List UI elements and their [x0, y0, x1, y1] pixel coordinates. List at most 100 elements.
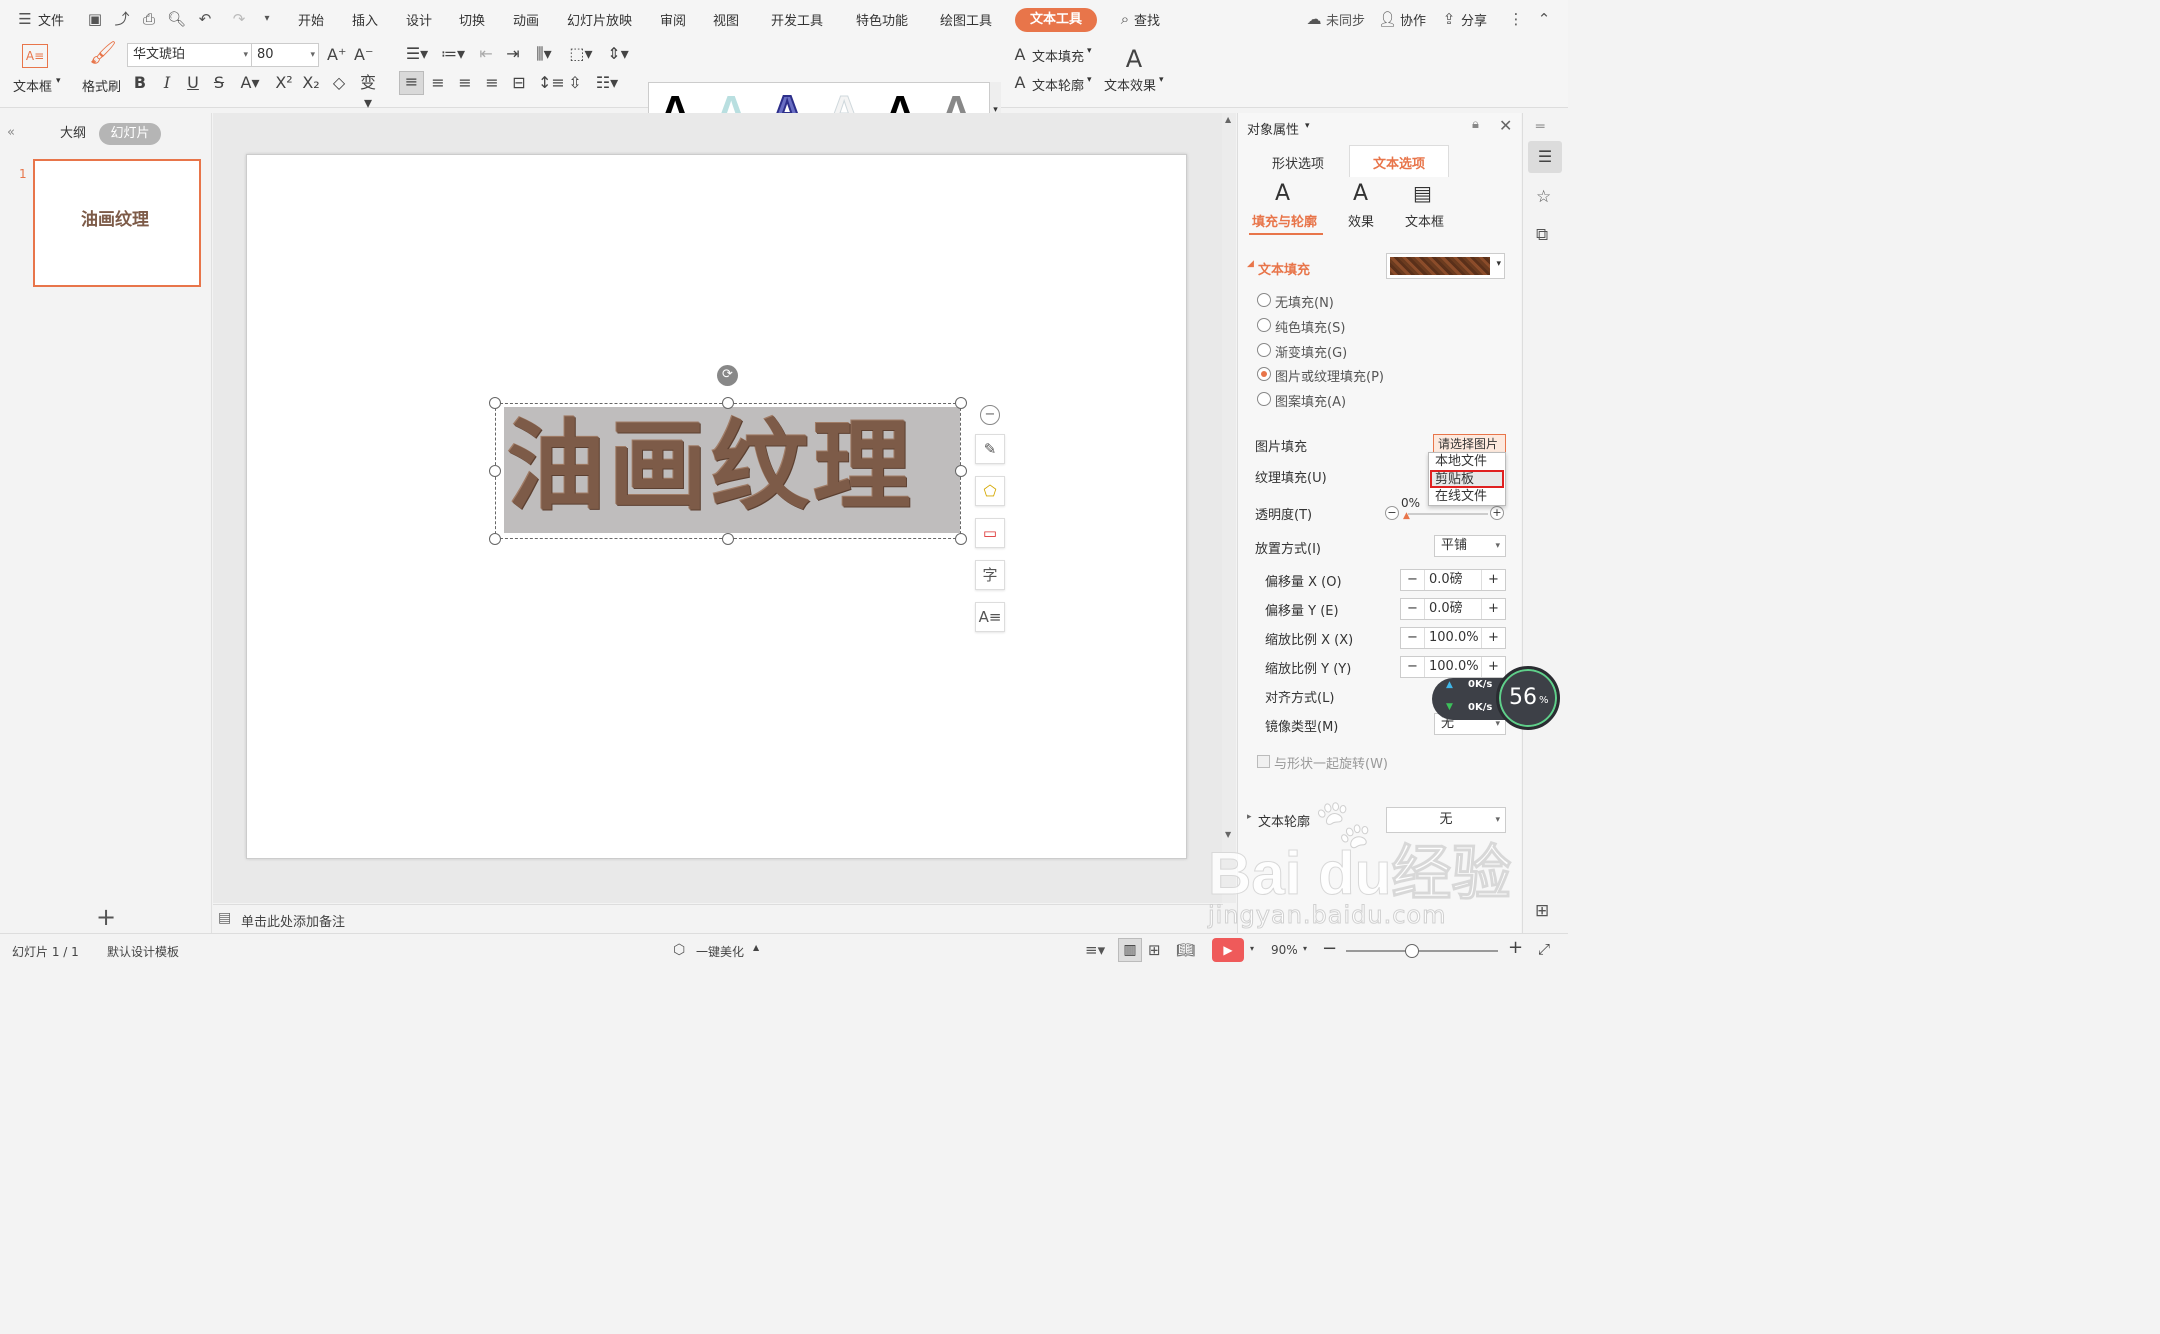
text-outline-icon[interactable]: A [1011, 73, 1029, 93]
search-icon[interactable]: ⌕ [1116, 10, 1134, 28]
tab-text-tools[interactable]: 文本工具 [1015, 8, 1097, 32]
resize-handle-r[interactable] [955, 465, 967, 477]
float-fill-icon[interactable]: ⬠ [975, 476, 1005, 506]
scroll-up-icon[interactable]: ▲ [1225, 115, 1231, 124]
radio-solid-fill-label[interactable]: 纯色填充(S) [1275, 317, 1345, 336]
zoom-in-icon[interactable]: + [1508, 937, 1523, 958]
print-icon[interactable]: ⎙ [140, 10, 158, 28]
collab-button[interactable]: 协作 [1400, 10, 1426, 29]
network-speed-widget[interactable]: ▲ 0K/s ▼ 0K/s 56 % [1432, 666, 1560, 730]
distribute-icon[interactable]: ⊟ [510, 73, 528, 93]
template-name[interactable]: 默认设计模板 [107, 943, 179, 960]
radio-solid-fill[interactable] [1257, 318, 1271, 332]
chevron-down-icon[interactable]: ▾ [1087, 46, 1092, 56]
plus-icon[interactable]: + [1481, 599, 1505, 619]
underline-button[interactable]: U [185, 73, 201, 93]
effect-icon[interactable]: A [1353, 181, 1368, 206]
zoom-slider-track[interactable] [1346, 950, 1498, 952]
sorter-view-icon[interactable]: ⊞ [1148, 941, 1161, 959]
tab-slideshow[interactable]: 幻灯片放映 [567, 10, 632, 29]
play-options-icon[interactable]: ▾ [1250, 944, 1254, 953]
plus-icon[interactable]: + [1481, 570, 1505, 590]
resize-handle-tl[interactable] [489, 397, 501, 409]
fit-window-icon[interactable]: ⤢ [1538, 940, 1550, 958]
tab-slides[interactable]: 幻灯片 [99, 123, 161, 145]
slide-thumbnail-1[interactable]: 油画纹理 [33, 159, 201, 287]
minus-icon[interactable]: − [1401, 570, 1425, 590]
resize-handle-t[interactable] [722, 397, 734, 409]
float-style-icon[interactable]: ✎ [975, 434, 1005, 464]
tab-shape-options[interactable]: 形状选项 [1272, 153, 1324, 172]
clear-format-icon[interactable]: ◇ [330, 73, 348, 93]
preview-icon[interactable]: 🔍︎ [167, 10, 186, 28]
canvas-scrollbar[interactable]: ▲ ▼ [1222, 113, 1236, 903]
panel-title[interactable]: 对象属性 [1247, 119, 1299, 138]
float-font-icon[interactable]: 字 [975, 560, 1005, 590]
numbered-list-icon[interactable]: ≔▾ [438, 44, 468, 64]
transparency-slider[interactable] [1408, 513, 1488, 515]
section-text-fill[interactable]: 文本填充 [1258, 259, 1310, 278]
text-fill-button[interactable]: 文本填充 [1032, 46, 1084, 65]
fill-outline-icon[interactable]: A [1275, 181, 1290, 206]
collapse-toolbar-icon[interactable]: − [980, 405, 1000, 425]
tab-outline[interactable]: 大纲 [52, 123, 94, 145]
subtab-textbox[interactable]: 文本框 [1405, 211, 1444, 230]
redo-icon[interactable]: ↷ [230, 10, 248, 28]
align-right-icon[interactable]: ≡ [456, 73, 474, 93]
transition-icon[interactable]: ⧉ [1536, 225, 1548, 245]
justify-icon[interactable]: ≡ [483, 73, 501, 93]
text-outline-button[interactable]: 文本轮廓 [1032, 75, 1084, 94]
textbox-settings-icon[interactable]: ▤ [1413, 181, 1432, 205]
format-painter-button[interactable]: 格式刷 [82, 76, 121, 95]
sync-status[interactable]: 未同步 [1326, 10, 1365, 29]
char-spacing-icon[interactable]: 变▾ [356, 73, 380, 113]
properties-icon[interactable]: ☰ [1528, 141, 1562, 173]
chevron-down-icon[interactable]: ▾ [1159, 75, 1164, 85]
radio-picture-fill-label[interactable]: 图片或纹理填充(P) [1275, 366, 1384, 385]
subtab-fill-outline[interactable]: 填充与轮廓 [1252, 211, 1317, 230]
strikethrough-button[interactable]: S [211, 73, 227, 93]
tab-text-options[interactable]: 文本选项 [1349, 145, 1449, 177]
notes-placeholder[interactable]: 单击此处添加备注 [241, 911, 345, 930]
format-painter-icon[interactable]: 🖌︎ [89, 43, 117, 65]
collapse-ribbon-icon[interactable]: ⌃ [1535, 10, 1553, 28]
apps-grid-icon[interactable]: ⊞ [1535, 901, 1549, 921]
resize-handle-l[interactable] [489, 465, 501, 477]
tab-review[interactable]: 审阅 [660, 10, 686, 29]
tab-drawing-tools[interactable]: 绘图工具 [940, 10, 992, 29]
transparency-decrease-icon[interactable]: − [1385, 506, 1399, 520]
chevron-down-icon[interactable]: ▾ [1087, 75, 1092, 85]
dropdown-clipboard[interactable]: 剪贴板 [1435, 471, 1474, 488]
reading-view-icon[interactable]: 📖︎ [1176, 941, 1195, 959]
textbox-icon[interactable]: A≡ [22, 44, 48, 68]
textbox-button[interactable]: 文本框 [13, 76, 52, 95]
play-slideshow-icon[interactable]: ▶ [1212, 938, 1244, 962]
rotate-with-shape-label[interactable]: 与形状一起旋转(W) [1274, 753, 1388, 772]
zoom-out-icon[interactable]: − [1322, 938, 1337, 959]
notes-bar[interactable]: ▤ 单击此处添加备注 [213, 904, 1223, 933]
rotate-with-shape-checkbox[interactable] [1257, 755, 1270, 768]
align-left-icon[interactable]: ≡ [399, 71, 424, 95]
paragraph-settings-icon[interactable]: ☷▾ [593, 73, 621, 93]
resize-handle-tr[interactable] [955, 397, 967, 409]
minus-icon[interactable]: − [1401, 657, 1425, 677]
quick-access-dropdown-icon[interactable]: ▾ [258, 10, 276, 28]
radio-pattern-fill-label[interactable]: 图案填充(A) [1275, 391, 1346, 410]
expand-arrow-icon[interactable]: ◢ [1247, 259, 1254, 269]
dropdown-local-file[interactable]: 本地文件 [1435, 453, 1487, 470]
radio-no-fill[interactable] [1257, 293, 1271, 307]
line-spacing-icon[interactable]: ↕≡ [538, 73, 565, 93]
resize-handle-bl[interactable] [489, 533, 501, 545]
paragraph-spacing-icon[interactable]: ⇳ [566, 73, 584, 93]
tab-animation[interactable]: 动画 [513, 10, 539, 29]
transparency-increase-icon[interactable]: + [1490, 506, 1504, 520]
normal-view-icon[interactable]: ▥ [1118, 938, 1142, 962]
bold-button[interactable]: B [132, 73, 148, 93]
beautify-button[interactable]: 一键美化 [696, 943, 744, 960]
text-align-vertical-icon[interactable]: ⇕▾ [605, 44, 631, 64]
align-center-icon[interactable]: ≡ [429, 73, 447, 93]
offset-y-stepper[interactable]: −0.0磅 + [1400, 598, 1506, 620]
zoom-level[interactable]: 90% [1271, 943, 1298, 957]
menu-file[interactable]: 文件 [38, 10, 64, 29]
zoom-slider-thumb[interactable] [1405, 944, 1419, 958]
